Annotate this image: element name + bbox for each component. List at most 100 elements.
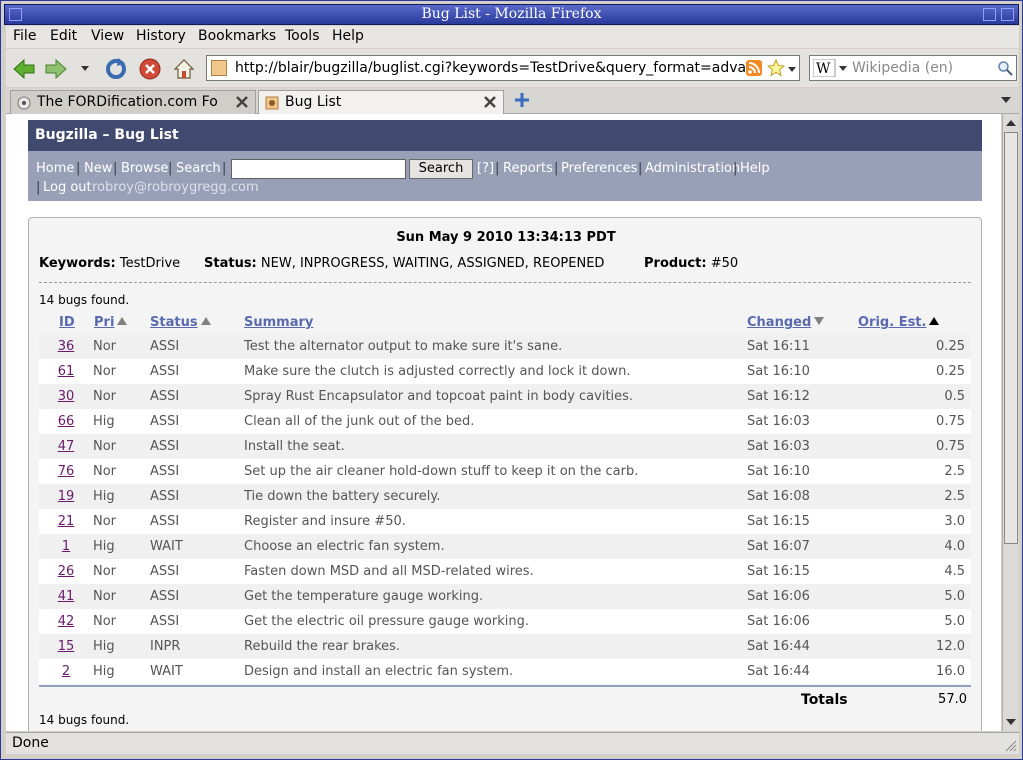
column-header-pri[interactable]: Pri <box>94 315 128 330</box>
maximize-icon[interactable] <box>983 8 996 21</box>
link-logout[interactable]: Log out <box>43 180 92 195</box>
menu-bookmarks[interactable]: Bookmarks <box>198 28 276 44</box>
bug-id-link[interactable]: 61 <box>49 364 83 379</box>
wikipedia-engine-icon[interactable]: W <box>813 59 849 77</box>
tab-fordification[interactable]: The FORDification.com For... <box>10 90 256 114</box>
link-browse[interactable]: Browse <box>121 161 168 176</box>
close-window-icon[interactable] <box>1001 8 1014 21</box>
column-header-id[interactable]: ID <box>59 315 75 330</box>
column-header-orig-est[interactable]: Orig. Est. <box>858 315 940 330</box>
tab-bug-list[interactable]: Bug List <box>258 90 504 114</box>
bug-id-link[interactable]: 30 <box>49 389 83 404</box>
bug-changed: Sat 16:06 <box>747 614 810 629</box>
bug-orig-est: 2.5 <box>944 464 965 479</box>
bug-id-link[interactable]: 47 <box>49 439 83 454</box>
quicksearch-input[interactable] <box>231 159 406 179</box>
table-row: 36 Nor ASSI Test the alternator output to m… <box>39 334 971 359</box>
criteria-status: Status: NEW, INPROGRESS, WAITING, ASSIGN… <box>204 256 604 271</box>
menu-help[interactable]: Help <box>332 28 364 44</box>
reload-icon[interactable] <box>104 57 128 81</box>
back-arrow-icon[interactable] <box>12 57 36 81</box>
bug-orig-est: 0.5 <box>944 389 965 404</box>
history-dropdown-icon[interactable] <box>80 63 90 73</box>
table-row: 2 Hig WAIT Design and install an electric f… <box>39 659 971 684</box>
bug-orig-est: 12.0 <box>936 639 965 654</box>
title-bar[interactable]: Bug List - Mozilla Firefox <box>4 4 1019 25</box>
bug-id-link[interactable]: 42 <box>49 614 83 629</box>
page-title: Bugzilla – Bug List <box>35 127 179 143</box>
close-tab-icon[interactable] <box>235 95 249 109</box>
bug-changed: Sat 16:11 <box>747 339 810 354</box>
bug-summary: Spray Rust Encapsulator and topcoat pain… <box>244 389 634 404</box>
bug-summary: Rebuild the rear brakes. <box>244 639 401 654</box>
link-home[interactable]: Home <box>36 161 74 176</box>
scrollbar-thumb[interactable] <box>1004 132 1018 544</box>
menu-edit[interactable]: Edit <box>50 28 77 44</box>
site-favicon-icon <box>211 60 227 76</box>
stop-icon[interactable] <box>138 57 162 81</box>
link-administration[interactable]: Administration <box>645 161 740 176</box>
menu-tools[interactable]: Tools <box>285 28 320 44</box>
vertical-scrollbar[interactable] <box>1002 114 1019 731</box>
bug-id-link[interactable]: 15 <box>49 639 83 654</box>
menu-bar: File Edit View History Bookmarks Tools H… <box>6 26 1019 48</box>
bug-changed: Sat 16:03 <box>747 439 810 454</box>
bug-summary: Make sure the clutch is adjusted correct… <box>244 364 631 379</box>
bug-id-link[interactable]: 2 <box>49 664 83 679</box>
scroll-up-icon[interactable] <box>1004 116 1018 130</box>
search-button[interactable]: Search <box>409 159 473 179</box>
table-row: 15 Hig INPR Rebuild the rear brakes. Sat 16:… <box>39 634 971 659</box>
column-header-label: Changed <box>747 315 812 330</box>
column-header-status[interactable]: Status <box>150 315 212 330</box>
link-reports[interactable]: Reports <box>503 161 553 176</box>
home-icon[interactable] <box>172 57 196 81</box>
bug-summary: Tie down the battery securely. <box>244 489 441 504</box>
menu-history[interactable]: History <box>136 28 186 44</box>
forward-arrow-icon[interactable] <box>44 57 68 81</box>
table-row: 1 Hig WAIT Choose an electric fan system. Sa… <box>39 534 971 559</box>
link-search-help[interactable]: [?] <box>477 161 494 176</box>
url-text[interactable]: http://blair/bugzilla/buglist.cgi?keywor… <box>235 60 745 76</box>
bug-priority: Nor <box>93 564 117 579</box>
resize-grip-icon[interactable] <box>1003 738 1017 752</box>
url-dropdown-icon[interactable] <box>787 64 797 74</box>
bug-id-link[interactable]: 41 <box>49 589 83 604</box>
link-search[interactable]: Search <box>176 161 221 176</box>
new-tab-plus-icon[interactable] <box>514 92 530 108</box>
tab-title: Bug List <box>285 94 342 110</box>
bug-id-link[interactable]: 1 <box>49 539 83 554</box>
link-help[interactable]: Help <box>740 161 770 176</box>
bug-id-link[interactable]: 76 <box>49 464 83 479</box>
tab-list-dropdown-icon[interactable] <box>1001 96 1011 104</box>
status-bar: Done <box>6 732 1019 754</box>
bug-id-link[interactable]: 19 <box>49 489 83 504</box>
link-preferences[interactable]: Preferences <box>561 161 637 176</box>
bug-changed: Sat 16:10 <box>747 464 810 479</box>
search-icon[interactable] <box>997 60 1013 76</box>
bug-priority: Nor <box>93 439 117 454</box>
bug-summary: Install the seat. <box>244 439 345 454</box>
report-timestamp: Sun May 9 2010 13:34:13 PDT <box>396 230 616 245</box>
web-search-box[interactable]: W Wikipedia (en) <box>809 55 1017 81</box>
url-bar[interactable]: http://blair/bugzilla/buglist.cgi?keywor… <box>206 55 800 81</box>
column-header-changed[interactable]: Changed <box>747 315 825 330</box>
browser-window: Bug List - Mozilla Firefox File Edit Vie… <box>0 0 1023 760</box>
bug-id-link[interactable]: 21 <box>49 514 83 529</box>
bug-id-link[interactable]: 66 <box>49 414 83 429</box>
bug-count: 14 bugs found. <box>39 293 130 307</box>
bug-id-link[interactable]: 36 <box>49 339 83 354</box>
bug-id-link[interactable]: 26 <box>49 564 83 579</box>
menu-view[interactable]: View <box>91 28 124 44</box>
menu-file[interactable]: File <box>13 28 36 44</box>
criteria-keywords: Keywords: TestDrive <box>39 256 180 271</box>
close-tab-icon[interactable] <box>483 95 497 109</box>
bug-status: ASSI <box>150 439 180 454</box>
bug-priority: Nor <box>93 364 117 379</box>
bug-orig-est: 16.0 <box>936 664 965 679</box>
bug-priority: Hig <box>93 539 115 554</box>
rss-feed-icon[interactable] <box>745 59 763 77</box>
bookmark-star-icon[interactable] <box>767 59 785 77</box>
link-new[interactable]: New <box>84 161 112 176</box>
scroll-down-icon[interactable] <box>1004 715 1018 729</box>
column-header-summary[interactable]: Summary <box>244 315 313 330</box>
